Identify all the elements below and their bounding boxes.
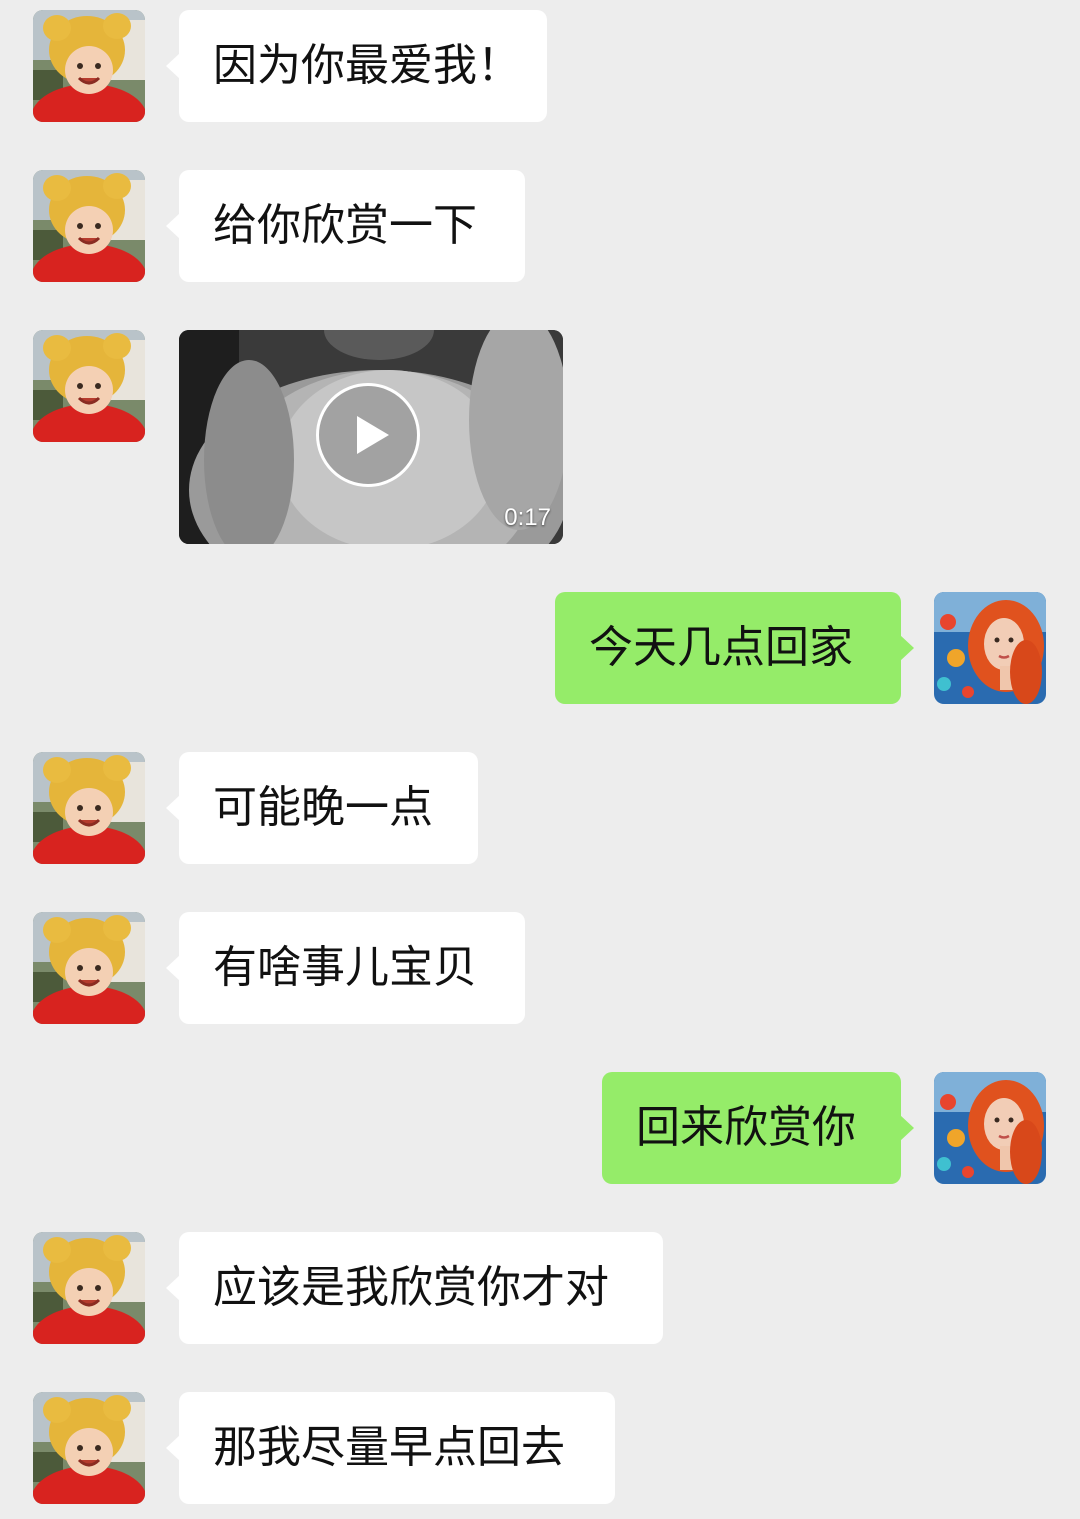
incoming-message-bubble[interactable]: 因为你最爱我！ [166, 10, 547, 122]
play-icon [357, 416, 389, 454]
video-duration: 0:17 [504, 504, 551, 531]
contact-avatar[interactable] [33, 912, 145, 1024]
outgoing-message-bubble[interactable]: 回来欣赏你 [602, 1072, 914, 1184]
my-avatar[interactable] [934, 592, 1046, 704]
incoming-message-bubble[interactable]: 给你欣赏一下 [166, 170, 525, 282]
contact-avatar[interactable] [33, 330, 145, 442]
my-avatar[interactable] [934, 1072, 1046, 1184]
video-message[interactable]: 0:17 [179, 330, 563, 544]
outgoing-message-bubble[interactable]: 今天几点回家 [555, 592, 914, 704]
contact-avatar[interactable] [33, 10, 145, 122]
contact-avatar[interactable] [33, 752, 145, 864]
incoming-message-bubble[interactable]: 应该是我欣赏你才对 [166, 1232, 663, 1344]
contact-avatar[interactable] [33, 170, 145, 282]
play-button[interactable] [316, 383, 420, 487]
contact-avatar[interactable] [33, 1232, 145, 1344]
incoming-message-bubble[interactable]: 那我尽量早点回去 [166, 1392, 615, 1504]
contact-avatar[interactable] [33, 1392, 145, 1504]
incoming-message-bubble[interactable]: 可能晚一点 [166, 752, 478, 864]
incoming-message-bubble[interactable]: 有啥事儿宝贝 [166, 912, 525, 1024]
